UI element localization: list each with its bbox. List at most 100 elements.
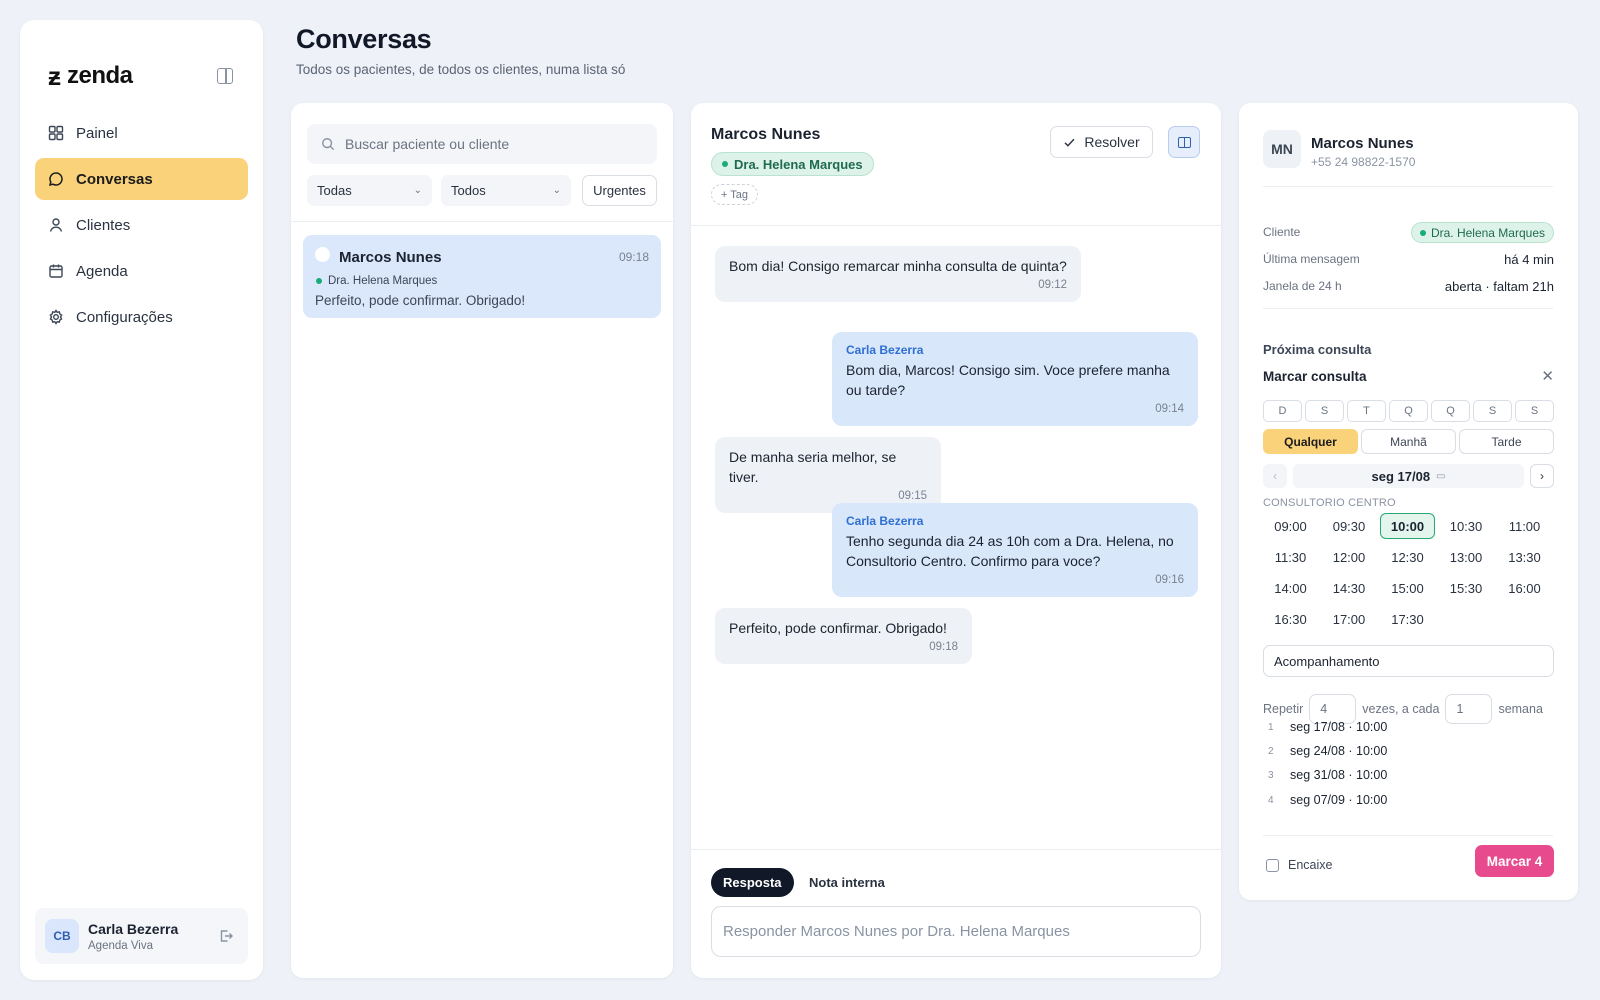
gear-icon: [48, 309, 64, 325]
status-filter-value: Todas: [317, 183, 352, 198]
period-button-any[interactable]: Qualquer: [1263, 429, 1358, 454]
sidebar-item-label: Painel: [76, 124, 118, 142]
calendar-icon: [48, 263, 64, 279]
time-slot[interactable]: 17:00: [1322, 606, 1377, 632]
occurrence-item: 2 seg 24/08 · 10:00: [1263, 744, 1463, 758]
book-appointments-button[interactable]: Marcar 4: [1475, 845, 1554, 877]
encaixe-checkbox-row[interactable]: Encaixe: [1266, 858, 1332, 872]
logo[interactable]: ƶ zenda: [48, 62, 133, 90]
encaixe-checkbox[interactable]: [1266, 858, 1279, 872]
add-tag-button[interactable]: + Tag: [711, 184, 759, 205]
sidebar-item-painel[interactable]: Painel: [35, 112, 248, 154]
divider: [1263, 308, 1553, 309]
conversation-item[interactable]: Marcos Nunes 09:18 Dra. Helena Marques P…: [303, 235, 661, 318]
appointment-type-select[interactable]: Acompanhamento: [1263, 645, 1554, 677]
occurrence-index: 3: [1268, 769, 1274, 781]
window-value: aberta · faltam 21h: [1444, 279, 1554, 294]
sidebar-item-clientes[interactable]: Clientes: [35, 204, 248, 246]
message-text: Perfeito, pode confirmar. Obrigado!: [729, 620, 947, 636]
last-message-label: Última mensagem: [1263, 252, 1360, 266]
contact-panel: MN Marcos Nunes +55 24 98822-1570 Client…: [1239, 103, 1578, 900]
message-time: 09:12: [1038, 279, 1067, 291]
period-button-morning[interactable]: Manhã: [1361, 429, 1456, 454]
weekday-selector: D S T Q Q S S: [1263, 400, 1554, 422]
occurrence-text: seg 07/09 · 10:00: [1290, 793, 1388, 807]
close-icon[interactable]: ✕: [1541, 367, 1554, 385]
repeat-label: Repetir: [1263, 702, 1304, 716]
conversation-client: Dra. Helena Marques: [316, 275, 437, 287]
date-picker[interactable]: seg 17/08 ▭: [1293, 464, 1524, 488]
weekday-button[interactable]: Q: [1431, 400, 1470, 422]
time-slot[interactable]: 10:00: [1380, 513, 1435, 539]
divider: [691, 225, 1221, 226]
time-slot[interactable]: 17:30: [1380, 606, 1435, 632]
conversation-preview: Perfeito, pode confirmar. Obrigado!: [315, 293, 526, 308]
weekday-button[interactable]: S: [1515, 400, 1554, 422]
tab-internal-note[interactable]: Nota interna: [809, 868, 885, 897]
time-slot[interactable]: 12:00: [1322, 544, 1377, 570]
reply-input[interactable]: [723, 923, 1189, 940]
client-filter-value: Todos: [451, 183, 486, 198]
time-slot[interactable]: 16:00: [1497, 575, 1552, 601]
user-name: Carla Bezerra: [88, 920, 179, 937]
weekday-button[interactable]: Q: [1389, 400, 1428, 422]
sidebar: ƶ zenda Painel Conversas Clientes Agenda…: [20, 20, 263, 980]
toggle-contact-panel-button[interactable]: [1168, 126, 1200, 158]
window-label: Janela de 24 h: [1263, 279, 1342, 293]
weekday-button[interactable]: S: [1305, 400, 1344, 422]
user-card[interactable]: CB Carla Bezerra Agenda Viva: [35, 908, 248, 964]
period-button-afternoon[interactable]: Tarde: [1459, 429, 1554, 454]
status-dot-icon: [316, 278, 322, 284]
conversation-time: 09:18: [618, 250, 649, 264]
message-text: Bom dia! Consigo remarcar minha consulta…: [729, 258, 1067, 274]
sidebar-collapse-icon[interactable]: [217, 68, 233, 84]
time-slot[interactable]: 16:30: [1263, 606, 1318, 632]
time-slot[interactable]: 10:30: [1439, 513, 1494, 539]
resolve-button[interactable]: Resolver: [1050, 126, 1153, 158]
date-navigator: ‹ seg 17/08 ▭ ›: [1263, 464, 1554, 488]
reply-field[interactable]: [711, 906, 1201, 957]
divider: [691, 849, 1221, 850]
weekday-button[interactable]: D: [1263, 400, 1302, 422]
urgent-filter-button[interactable]: Urgentes: [582, 175, 657, 206]
occurrence-item: 3 seg 31/08 · 10:00: [1263, 768, 1463, 782]
sidebar-item-label: Agenda: [76, 262, 128, 280]
message-text: Bom dia, Marcos! Consigo sim. Voce prefe…: [846, 362, 1170, 398]
weekday-button[interactable]: S: [1473, 400, 1512, 422]
message-time: 09:16: [1155, 574, 1184, 586]
time-slot[interactable]: 14:30: [1322, 575, 1377, 601]
chevron-left-icon[interactable]: ‹: [1263, 464, 1287, 488]
time-slot[interactable]: 13:00: [1439, 544, 1494, 570]
booking-title: Marcar consulta: [1263, 369, 1367, 384]
sidebar-item-agenda[interactable]: Agenda: [35, 250, 248, 292]
search-input[interactable]: [345, 136, 635, 152]
conversation-list-panel: Todas ⌄ Todos ⌄ Urgentes Marcos Nunes 09…: [291, 103, 673, 978]
weekday-button[interactable]: T: [1347, 400, 1386, 422]
client-label: Cliente: [1263, 225, 1301, 239]
time-slot[interactable]: 12:30: [1380, 544, 1435, 570]
sidebar-item-configuracoes[interactable]: Configurações: [35, 296, 248, 338]
search-box[interactable]: [307, 124, 657, 164]
divider: [291, 221, 673, 222]
message-outgoing: Carla Bezerra Tenho segunda dia 24 as 10…: [832, 503, 1198, 597]
status-filter-select[interactable]: Todas ⌄: [307, 175, 432, 206]
time-slot[interactable]: 15:00: [1380, 575, 1435, 601]
client-filter-select[interactable]: Todos ⌄: [441, 175, 571, 206]
time-slot[interactable]: 15:30: [1439, 575, 1494, 601]
chevron-right-icon[interactable]: ›: [1530, 464, 1554, 488]
time-slot[interactable]: 09:00: [1263, 513, 1318, 539]
check-icon: [1064, 138, 1075, 147]
time-slot[interactable]: 14:00: [1263, 575, 1318, 601]
message-time: 09:15: [898, 490, 927, 502]
message-text: De manha seria melhor, se tiver.: [729, 449, 897, 485]
unread-indicator: [315, 247, 330, 262]
time-slot[interactable]: 13:30: [1497, 544, 1552, 570]
time-slot[interactable]: 11:00: [1497, 513, 1552, 539]
time-slot[interactable]: 11:30: [1263, 544, 1318, 570]
status-dot-icon: [1419, 229, 1426, 236]
divider: [1263, 186, 1553, 187]
time-slot[interactable]: 09:30: [1322, 513, 1377, 539]
logout-icon[interactable]: [218, 928, 234, 944]
tab-reply[interactable]: Resposta: [711, 868, 794, 897]
sidebar-item-conversas[interactable]: Conversas: [35, 158, 248, 200]
